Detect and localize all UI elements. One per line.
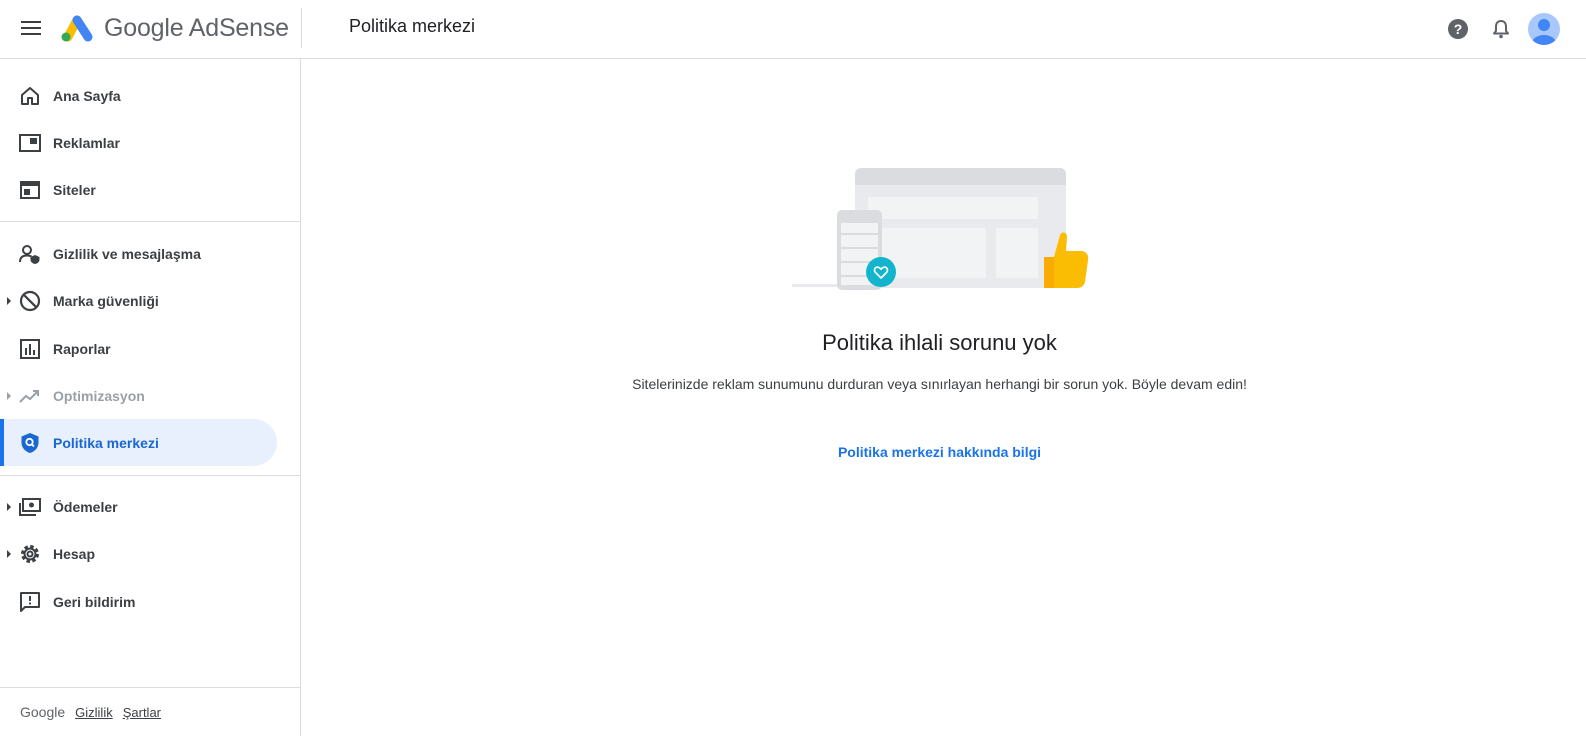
learn-more-link[interactable]: Politika merkezi hakkında bilgi	[302, 444, 1577, 460]
sidebar-item-optimization[interactable]: Optimizasyon	[0, 372, 277, 419]
empty-state-title: Politika ihlali sorunu yok	[822, 330, 1057, 355]
sidebar-item-reports[interactable]: Raporlar	[0, 325, 277, 372]
ads-icon	[19, 132, 41, 154]
sites-icon	[19, 179, 41, 201]
sidebar-footer: Google Gizlilik Şartlar	[0, 687, 300, 736]
sidebar-item-home[interactable]: Ana Sayfa	[0, 72, 277, 119]
feedback-icon	[19, 591, 41, 613]
google-footer-brand: Google	[20, 704, 66, 720]
sidebar-item-policy-center[interactable]: Politika merkezi	[0, 419, 277, 466]
privacy-link[interactable]: Gizlilik	[75, 705, 113, 720]
settings-icon	[19, 543, 41, 565]
menu-icon[interactable]	[16, 13, 46, 43]
block-icon	[19, 290, 41, 312]
help-icon[interactable]: ?	[1442, 13, 1474, 45]
app-name: Google AdSense	[104, 13, 289, 42]
sidebar-item-payments[interactable]: Ödemeler	[0, 483, 277, 530]
no-issues-illustration	[792, 168, 1089, 290]
topbar-divider	[301, 8, 302, 48]
notifications-icon[interactable]	[1485, 13, 1517, 45]
sidebar-item-label: Ödemeler	[53, 498, 118, 515]
sidebar-item-brand-safety[interactable]: Marka güvenliği	[0, 277, 277, 324]
home-icon	[19, 85, 41, 107]
sidebar-item-label: Reklamlar	[53, 134, 120, 151]
sidebar-item-label: Politika merkezi	[53, 434, 159, 451]
expand-caret-icon	[7, 502, 11, 511]
sidebar-item-label: Hesap	[53, 545, 96, 562]
sidebar-item-privacy-messaging[interactable]: Gizlilik ve mesajlaşma	[0, 230, 277, 277]
trending-icon	[19, 385, 41, 407]
page-title: Politika merkezi	[349, 16, 476, 36]
expand-caret-icon	[7, 296, 11, 305]
adsense-logo-icon	[61, 15, 93, 42]
top-app-bar: Google AdSense Politika merkezi ?	[0, 0, 1586, 59]
sidebar: Ana Sayfa Reklamlar Siteler Gizlilik ve …	[0, 59, 301, 736]
sidebar-item-label: Marka güvenliği	[53, 292, 159, 309]
sidebar-divider	[0, 221, 300, 222]
sidebar-item-label: Gizlilik ve mesajlaşma	[53, 245, 201, 262]
expand-caret-icon	[7, 549, 11, 558]
adsense-logo[interactable]: Google AdSense	[60, 10, 289, 46]
sidebar-item-account[interactable]: Hesap	[0, 530, 277, 577]
privacy-icon	[19, 243, 41, 265]
sidebar-item-sites[interactable]: Siteler	[0, 166, 277, 213]
empty-state-description: Sitelerinizde reklam sunumunu durduran v…	[632, 376, 1247, 392]
svg-text:?: ?	[1454, 21, 1463, 37]
sidebar-item-feedback[interactable]: Geri bildirim	[0, 578, 277, 625]
sidebar-item-label: Optimizasyon	[53, 387, 145, 404]
sidebar-item-label: Siteler	[53, 181, 96, 198]
sidebar-item-label: Raporlar	[53, 340, 111, 357]
reports-icon	[19, 338, 41, 360]
sidebar-item-ads[interactable]: Reklamlar	[0, 119, 277, 166]
main-content: Politika ihlali sorunu yok Sitelerinizde…	[302, 59, 1586, 736]
sidebar-item-label: Ana Sayfa	[53, 87, 121, 104]
terms-link[interactable]: Şartlar	[123, 705, 161, 720]
account-avatar[interactable]	[1528, 13, 1560, 45]
expand-caret-icon	[7, 391, 11, 400]
policy-shield-icon	[19, 432, 41, 454]
top-actions: ?	[1442, 0, 1586, 58]
sidebar-divider	[0, 475, 300, 476]
sidebar-item-label: Geri bildirim	[53, 593, 136, 610]
payments-icon	[19, 496, 41, 518]
